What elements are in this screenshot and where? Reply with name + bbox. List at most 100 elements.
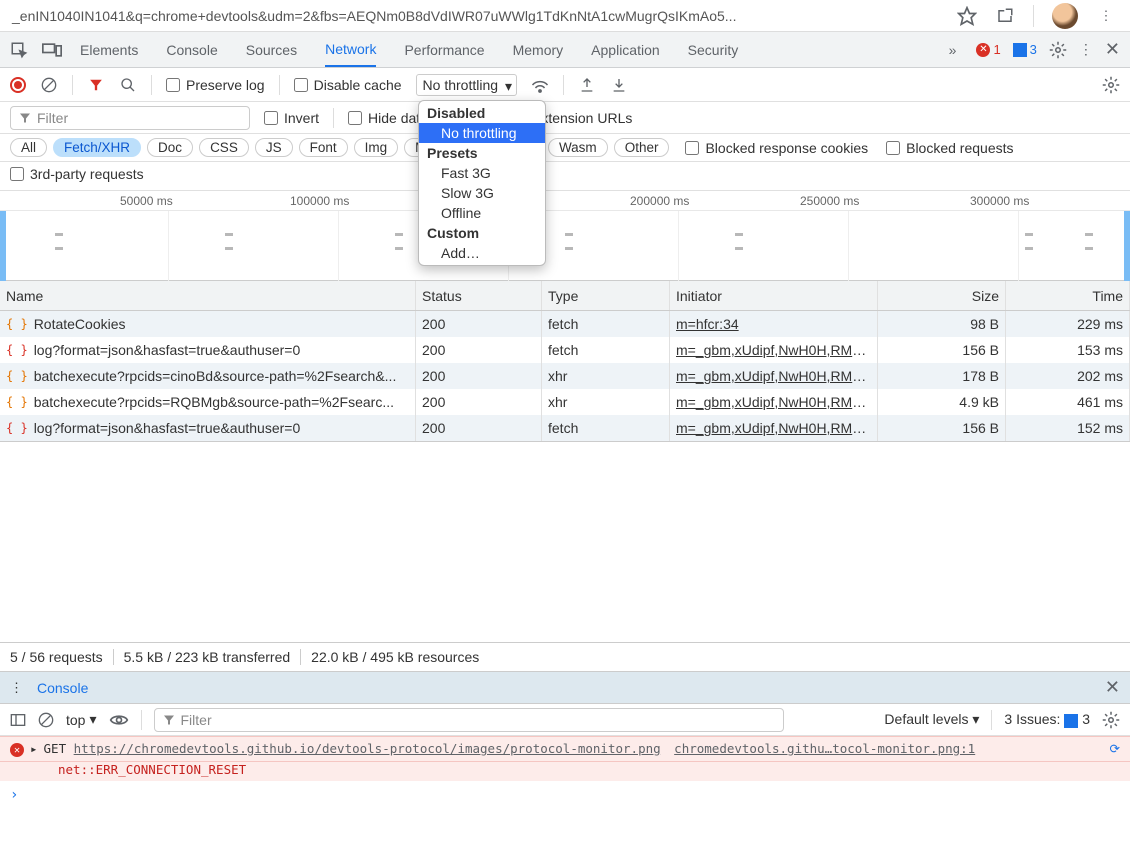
divider	[1033, 5, 1034, 27]
devtools-menu-icon[interactable]: ⋮	[1079, 41, 1093, 58]
throttling-select[interactable]: No throttling ▾	[416, 74, 517, 96]
clear-console-icon[interactable]	[38, 712, 54, 728]
request-time: 461 ms	[1006, 389, 1130, 415]
divider	[151, 75, 152, 95]
chip-other[interactable]: Other	[614, 138, 670, 157]
upload-icon[interactable]	[578, 76, 596, 94]
initiator-link[interactable]: m=_gbm,xUdipf,NwH0H,RMhBfe	[676, 394, 871, 410]
chip-img[interactable]: Img	[354, 138, 399, 157]
table-row[interactable]: { }batchexecute?rpcids=cinoBd&source-pat…	[0, 363, 1130, 389]
console-error-row[interactable]: ✕ ▸ GET https://chromedevtools.github.io…	[0, 736, 1130, 762]
blocked-requests-checkbox[interactable]: Blocked requests	[886, 140, 1013, 156]
settings-icon[interactable]	[1102, 76, 1120, 94]
table-row[interactable]: { }RotateCookies200fetchm=hfcr:3498 B229…	[0, 311, 1130, 337]
settings-icon[interactable]	[1049, 41, 1067, 59]
filter-icon[interactable]	[87, 76, 105, 94]
col-name[interactable]: Name	[0, 281, 416, 310]
issue-count-badge[interactable]: 3	[1013, 42, 1037, 57]
timeline-tick: 50000 ms	[120, 194, 173, 208]
record-button[interactable]	[10, 77, 26, 93]
browser-menu-icon[interactable]: ⋮	[1096, 6, 1116, 26]
inspect-icon[interactable]	[10, 41, 28, 59]
table-row[interactable]: { }log?format=json&hasfast=true&authuser…	[0, 337, 1130, 363]
device-toggle-icon[interactable]	[42, 42, 62, 58]
chip-fetchxhr[interactable]: Fetch/XHR	[53, 138, 141, 157]
col-size[interactable]: Size	[878, 281, 1006, 310]
table-row[interactable]: { }log?format=json&hasfast=true&authuser…	[0, 415, 1130, 441]
console-body: ✕ ▸ GET https://chromedevtools.github.io…	[0, 736, 1130, 809]
chip-doc[interactable]: Doc	[147, 138, 193, 157]
dropdown-item-offline[interactable]: Offline	[419, 203, 545, 223]
tab-sources[interactable]: Sources	[246, 34, 297, 66]
refresh-icon[interactable]: ⟳	[1110, 741, 1120, 756]
dropdown-section: Presets	[419, 143, 545, 163]
log-levels-select[interactable]: Default levels ▾	[884, 711, 979, 728]
dropdown-item-slow-3g[interactable]: Slow 3G	[419, 183, 545, 203]
request-type: xhr	[542, 363, 670, 389]
search-icon[interactable]	[119, 76, 137, 94]
request-name: batchexecute?rpcids=RQBMgb&source-path=%…	[34, 394, 394, 410]
star-icon[interactable]	[957, 6, 977, 26]
context-selector[interactable]: top ▾	[66, 711, 97, 728]
network-conditions-icon[interactable]	[531, 76, 549, 94]
blocked-cookies-checkbox[interactable]: Blocked response cookies	[685, 140, 868, 156]
col-time[interactable]: Time	[1006, 281, 1130, 310]
extensions-icon[interactable]	[995, 6, 1015, 26]
col-initiator[interactable]: Initiator	[670, 281, 878, 310]
initiator-link[interactable]: m=_gbm,xUdipf,NwH0H,RMhBfe	[676, 368, 871, 384]
timeline-tick: 300000 ms	[970, 194, 1029, 208]
col-type[interactable]: Type	[542, 281, 670, 310]
requests-table: Name Status Type Initiator Size Time { }…	[0, 281, 1130, 442]
chip-css[interactable]: CSS	[199, 138, 249, 157]
initiator-link[interactable]: m=_gbm,xUdipf,NwH0H,RMhBfe	[676, 420, 871, 436]
disable-cache-checkbox[interactable]: Disable cache	[294, 77, 402, 93]
drawer-tab-console[interactable]: Console	[37, 680, 88, 696]
chip-font[interactable]: Font	[299, 138, 348, 157]
chip-all[interactable]: All	[10, 138, 47, 157]
console-toolbar: top ▾ Filter Default levels ▾ 3 Issues: …	[0, 704, 1130, 736]
initiator-link[interactable]: m=hfcr:34	[676, 316, 739, 332]
tab-performance[interactable]: Performance	[404, 34, 484, 66]
more-tabs-icon[interactable]: »	[949, 42, 957, 58]
col-status[interactable]: Status	[416, 281, 542, 310]
tab-network[interactable]: Network	[325, 33, 376, 67]
avatar[interactable]	[1052, 3, 1078, 29]
close-icon[interactable]: ✕	[1105, 677, 1120, 698]
chip-js[interactable]: JS	[255, 138, 293, 157]
dropdown-item-fast-3g[interactable]: Fast 3G	[419, 163, 545, 183]
summary-transferred: 5.5 kB / 223 kB transferred	[114, 649, 302, 665]
error-count-badge[interactable]: ✕1	[976, 42, 1000, 57]
drawer-menu-icon[interactable]: ⋮	[10, 680, 23, 696]
chip-wasm[interactable]: Wasm	[548, 138, 608, 157]
dropdown-item-add[interactable]: Add…	[419, 243, 545, 263]
initiator-link[interactable]: m=_gbm,xUdipf,NwH0H,RMhBfe	[676, 342, 871, 358]
table-row[interactable]: { }batchexecute?rpcids=RQBMgb&source-pat…	[0, 389, 1130, 415]
dropdown-item-no-throttling[interactable]: No throttling	[419, 123, 545, 143]
sidebar-toggle-icon[interactable]	[10, 713, 26, 727]
error-source-link[interactable]: chromedevtools.githu…tocol-monitor.png:1	[674, 741, 975, 756]
tab-elements[interactable]: Elements	[80, 34, 138, 66]
live-expression-icon[interactable]	[109, 713, 129, 727]
error-url[interactable]: https://chromedevtools.github.io/devtool…	[74, 741, 661, 756]
preserve-log-checkbox[interactable]: Preserve log	[166, 77, 265, 93]
tab-application[interactable]: Application	[591, 34, 660, 66]
request-type: fetch	[542, 337, 670, 363]
issues-link[interactable]: 3 Issues: 3	[1004, 711, 1090, 727]
console-settings-icon[interactable]	[1102, 711, 1120, 729]
tab-console[interactable]: Console	[166, 34, 217, 66]
request-size: 156 B	[878, 337, 1006, 363]
request-name: log?format=json&hasfast=true&authuser=0	[34, 420, 301, 436]
console-filter-input[interactable]: Filter	[154, 708, 784, 732]
tab-memory[interactable]: Memory	[513, 34, 564, 66]
clear-icon[interactable]	[40, 76, 58, 94]
tab-security[interactable]: Security	[688, 34, 739, 66]
console-prompt[interactable]: ›	[0, 781, 1130, 809]
third-party-checkbox[interactable]: 3rd-party requests	[10, 166, 1120, 182]
timeline-tick: 100000 ms	[290, 194, 349, 208]
timeline-overview[interactable]: 50000 ms100000 ms150000 ms200000 ms25000…	[0, 191, 1130, 281]
download-icon[interactable]	[610, 76, 628, 94]
filter-input[interactable]: Filter	[10, 106, 250, 130]
invert-checkbox[interactable]: Invert	[264, 110, 319, 126]
expand-icon[interactable]: ▸	[30, 741, 38, 756]
close-devtools-icon[interactable]: ✕	[1105, 39, 1120, 60]
